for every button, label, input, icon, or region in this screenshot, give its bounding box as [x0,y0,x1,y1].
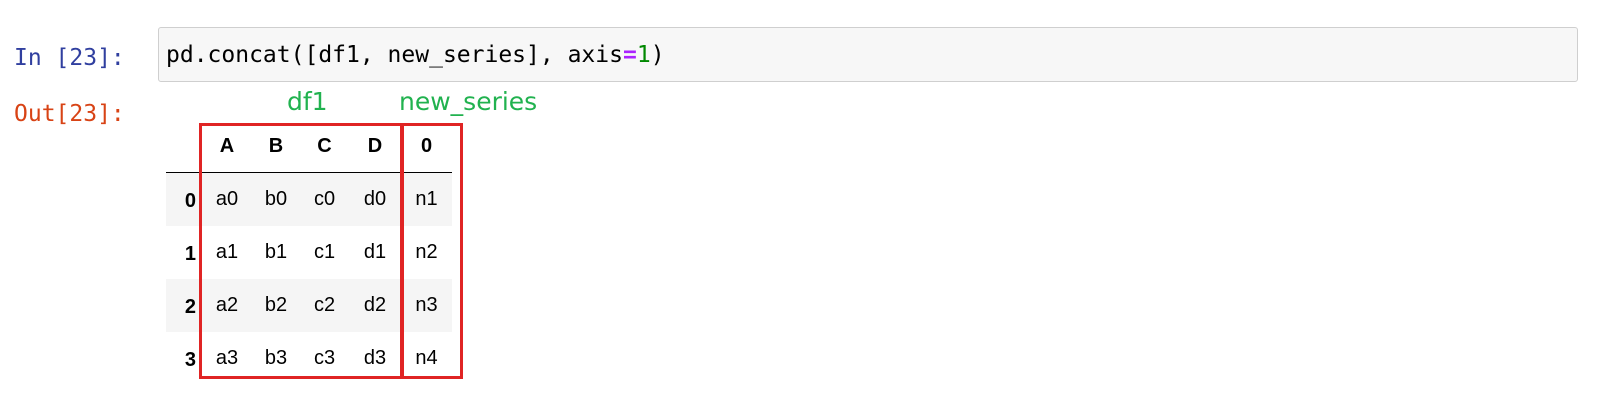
table-cell: d3 [363,346,387,369]
table-cell: c0 [313,187,336,210]
table-cell: n4 [415,346,438,369]
table-cell: c1 [313,240,336,263]
column-header: A [202,120,252,173]
code-text-end: ) [650,42,665,68]
row-index: 3 [184,348,196,371]
table-cell: d0 [363,187,387,210]
table-row: 2 a2 b2 c2 d2 n3 [166,278,452,332]
table-row: 0 a0 b0 c0 d0 n1 [166,172,452,226]
output-prompt: Out[23]: [14,101,125,127]
table-cell: n2 [415,240,438,263]
table-header-row: A B C D 0 [166,120,452,173]
row-index: 0 [184,189,196,212]
table-row: 1 a1 b1 c1 d1 n2 [166,226,452,279]
table-cell: a2 [215,293,239,316]
column-header: 0 [401,120,452,173]
code-number: 1 [636,42,651,68]
table-cell: n1 [415,187,438,210]
df1-annotation-label: df1 [287,87,328,116]
index-header-cell [166,120,202,173]
column-header: D [349,120,401,173]
table-cell: b3 [264,346,288,369]
table-cell: d2 [363,293,387,316]
table-cell: b2 [264,293,288,316]
table-cell: c3 [313,346,336,369]
input-prompt: In [23]: [14,45,125,71]
table-cell: c2 [313,293,336,316]
dataframe-output-table: A B C D 0 0 a0 b0 c0 d0 n1 1 a1 b1 c1 d1… [166,120,452,385]
table-cell: n3 [415,293,438,316]
row-index: 2 [184,295,196,318]
code-operator: = [622,42,637,68]
code-text: pd.concat([df1, new_series], axis [166,42,623,68]
column-header: C [300,120,349,173]
row-index: 1 [184,242,196,265]
table-cell: b1 [264,240,288,263]
table-cell: a1 [215,240,239,263]
table-cell: a0 [215,187,239,210]
table-cell: a3 [215,346,239,369]
code-cell-editor[interactable]: pd.concat([df1, new_series], axis=1) [158,27,1578,82]
new-series-annotation-label: new_series [399,87,538,116]
column-header: B [252,120,300,173]
table-cell: b0 [264,187,288,210]
table-row: 3 a3 b3 c3 d3 n4 [166,332,452,385]
table-cell: d1 [363,240,387,263]
